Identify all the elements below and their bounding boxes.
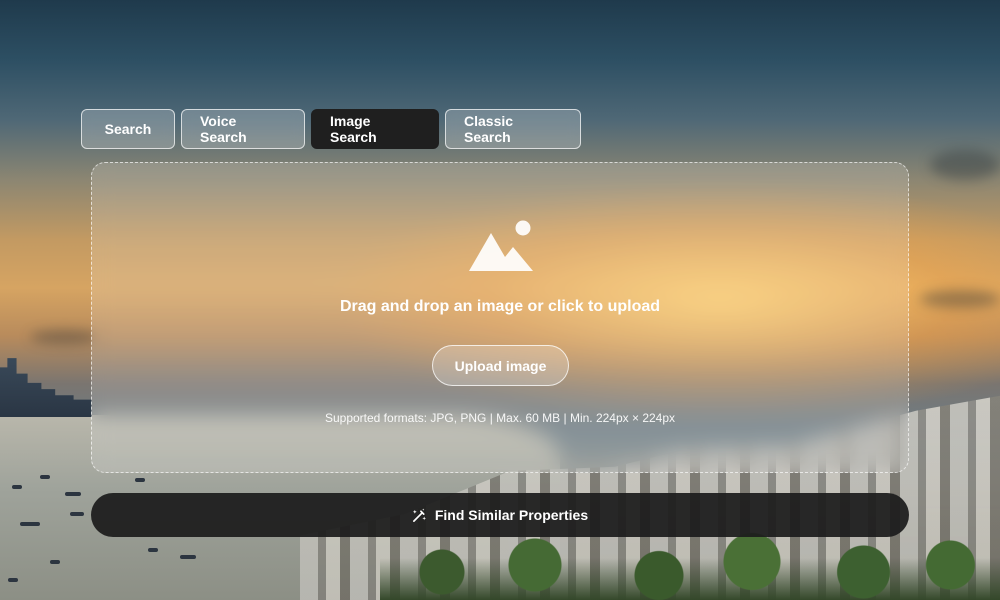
supported-formats-text: Supported formats: JPG, PNG | Max. 60 MB… [324, 411, 676, 425]
search-mode-tabs: Search Voice Search Image Search Classic… [81, 109, 581, 149]
tab-image-search[interactable]: Image Search [311, 109, 439, 149]
background-cloud [920, 290, 1000, 308]
find-similar-properties-button[interactable]: Find Similar Properties [91, 493, 909, 537]
background-boat [20, 522, 40, 526]
background-boat [148, 548, 158, 552]
background-cloud [30, 330, 100, 344]
background-boat [50, 560, 60, 564]
drop-instructions: Drag and drop an image or click to uploa… [339, 298, 661, 315]
image-drop-zone[interactable]: Drag and drop an image or click to uploa… [91, 162, 909, 473]
background-boat [12, 485, 22, 489]
tab-voice-search[interactable]: Voice Search [181, 109, 305, 149]
background-boat [8, 578, 18, 582]
image-icon [469, 220, 533, 271]
magic-wand-icon [412, 507, 426, 522]
tab-search[interactable]: Search [81, 109, 175, 149]
background-boat [70, 512, 84, 516]
background-trees [380, 530, 1000, 600]
background-boat [65, 492, 81, 496]
background-cloud [930, 150, 1000, 180]
upload-image-button[interactable]: Upload image [432, 345, 569, 386]
background-boat [180, 555, 196, 559]
find-similar-properties-label: Find Similar Properties [434, 507, 589, 523]
background-skyline [0, 358, 92, 417]
tab-classic-search[interactable]: Classic Search [445, 109, 581, 149]
background-boat [40, 475, 50, 479]
background-boat [135, 478, 145, 482]
